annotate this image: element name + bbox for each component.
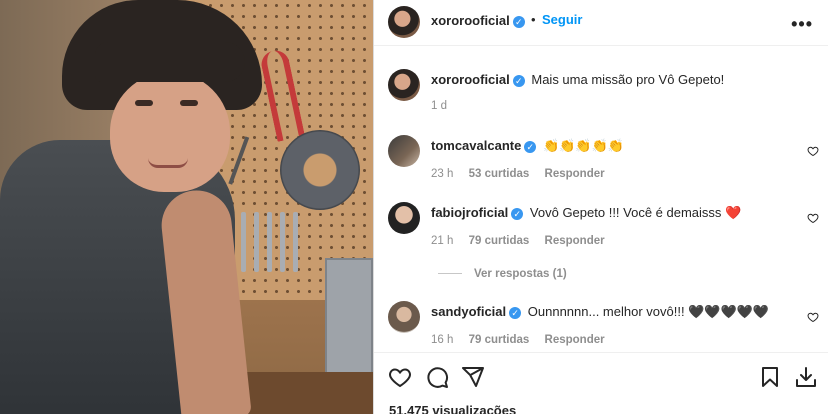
commenter-username[interactable]: fabiojroficial [431, 205, 508, 220]
caption-body: Mais uma missão pro Vô Gepeto! [531, 72, 725, 87]
caption-username[interactable]: xororooficial [431, 72, 510, 87]
follow-button[interactable]: Seguir [542, 12, 582, 27]
action-bar: 51.475 visualizações [374, 352, 828, 414]
comment-text: fabiojroficial ✓ Vovô Gepeto !!! Você é d… [431, 205, 741, 221]
comment-row: fabiojroficial ✓ Vovô Gepeto !!! Você é d… [374, 195, 828, 251]
person-fringe [95, 42, 245, 82]
caption-avatar[interactable] [388, 69, 420, 101]
wrench-graphic [241, 212, 246, 272]
heart-icon[interactable] [807, 311, 819, 323]
drawer-cabinet-graphic [325, 258, 373, 378]
comment-icon[interactable] [425, 365, 449, 389]
comment-body: Vovô Gepeto !!! Você é demaisss ❤️ [529, 205, 742, 220]
heart-icon[interactable] [807, 212, 819, 224]
caption-row: xororooficial ✓ Mais uma missão pro Vô Ge… [374, 62, 828, 116]
commenter-avatar[interactable] [388, 301, 420, 333]
download-icon[interactable] [794, 365, 818, 389]
commenter-avatar[interactable] [388, 135, 420, 167]
commenter-username[interactable]: sandyoficial [431, 304, 506, 319]
reply-button[interactable]: Responder [545, 235, 605, 247]
post-media[interactable] [0, 0, 373, 414]
view-replies-button[interactable]: Ver respostas (1) [438, 268, 567, 280]
verified-badge-icon: ✓ [524, 141, 537, 153]
wrench-graphic [280, 212, 285, 272]
commenter-avatar[interactable] [388, 202, 420, 234]
tape-roll-graphic [280, 130, 360, 210]
comment-row: sandyoficial ✓ Ounnnnnn... melhor vovô!!!… [374, 294, 828, 350]
verified-badge-icon: ✓ [512, 75, 525, 87]
comment-time[interactable]: 21 h [431, 235, 453, 247]
heart-icon[interactable] [388, 365, 412, 389]
comment-meta: 23 h 53 curtidas Responder [431, 168, 617, 180]
comment-row: tomcavalcante ✓ 👏👏👏👏👏 23 h 53 curtidas Re… [374, 128, 828, 184]
person-mouth [148, 158, 188, 168]
comment-meta: 16 h 79 curtidas Responder [431, 334, 617, 346]
verified-badge-icon: ✓ [512, 16, 525, 28]
person-eye [135, 100, 153, 106]
comment-body: Ounnnnnn... melhor vovô!!! 🖤🖤🖤🖤🖤 [527, 304, 770, 319]
comment-likes[interactable]: 53 curtidas [469, 168, 530, 180]
views-count[interactable]: 51.475 visualizações [389, 403, 516, 414]
comment-likes[interactable]: 79 curtidas [469, 235, 530, 247]
reply-button[interactable]: Responder [545, 334, 605, 346]
wrench-graphic [254, 212, 259, 272]
author-username-text[interactable]: xororooficial [431, 13, 510, 28]
view-replies-label[interactable]: Ver respostas (1) [474, 268, 567, 280]
comment-meta: 21 h 79 curtidas Responder [431, 235, 617, 247]
person-face [110, 72, 230, 192]
wrench-graphic [293, 212, 298, 272]
caption-text: xororooficial ✓ Mais uma missão pro Vô Ge… [431, 72, 724, 87]
caption-time[interactable]: 1 d [431, 100, 447, 112]
comment-likes[interactable]: 79 curtidas [469, 334, 530, 346]
post-side-panel: xororooficial ✓ • Seguir ••• xororooficia… [373, 0, 828, 414]
comment-text: tomcavalcante ✓ 👏👏👏👏👏 [431, 138, 624, 154]
verified-badge-icon: ✓ [509, 307, 522, 319]
author-username[interactable]: xororooficial ✓ [431, 13, 525, 28]
verified-badge-icon: ✓ [511, 208, 524, 220]
share-icon[interactable] [461, 365, 485, 389]
person-eye [180, 100, 198, 106]
reply-button[interactable]: Responder [545, 168, 605, 180]
post-header: xororooficial ✓ • Seguir ••• [374, 0, 828, 46]
replies-divider [438, 273, 462, 275]
more-icon[interactable]: ••• [791, 14, 813, 35]
bookmark-icon[interactable] [758, 365, 782, 389]
comment-time[interactable]: 23 h [431, 168, 453, 180]
author-avatar[interactable] [388, 6, 420, 38]
heart-icon[interactable] [807, 145, 819, 157]
commenter-username[interactable]: tomcavalcante [431, 138, 521, 153]
comment-body: 👏👏👏👏👏 [542, 138, 624, 153]
wrench-graphic [267, 212, 272, 272]
comment-time[interactable]: 16 h [431, 334, 453, 346]
comment-text: sandyoficial ✓ Ounnnnnn... melhor vovô!!!… [431, 304, 769, 320]
header-separator: • [531, 12, 536, 27]
caption-meta: 1 d [431, 100, 459, 112]
